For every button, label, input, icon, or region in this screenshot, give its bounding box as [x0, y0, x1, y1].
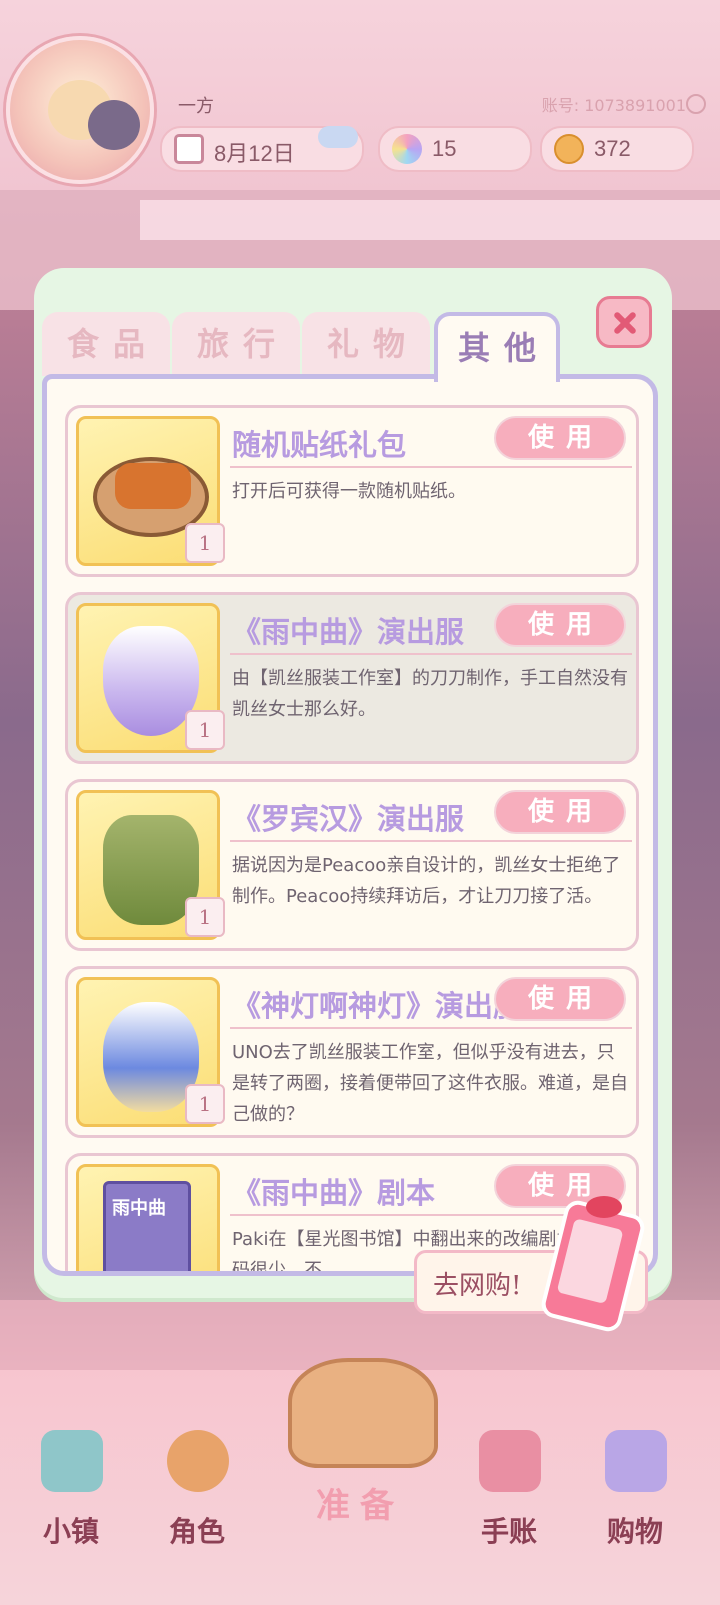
nav-label: 手账 — [480, 1515, 537, 1548]
item-title: 《雨中曲》剧本 — [232, 1176, 436, 1210]
coin-count: 372 — [594, 136, 631, 161]
cutlet-icon — [115, 463, 191, 509]
book-cover-title: 雨中曲 — [112, 1198, 166, 1219]
close-icon[interactable] — [596, 296, 652, 348]
item-quantity: 1 — [185, 1084, 225, 1124]
item-thumbnail: 1 — [76, 416, 225, 566]
item-description: 据说因为是Peacoo亲自设计的，凯丝女士拒绝了制作。Peacoo持续拜访后，才… — [232, 855, 621, 907]
background-shelf — [140, 200, 720, 240]
nav-label: 准备 — [316, 1486, 404, 1526]
basket-icon — [288, 1358, 438, 1468]
online-shop-label: 去网购! — [433, 1271, 522, 1301]
tab-other[interactable]: 其他 — [434, 312, 560, 382]
nav-item-shopping[interactable]: 购物 — [580, 1430, 690, 1580]
map-icon — [41, 1430, 103, 1492]
item-thumbnail: 1 — [76, 603, 225, 753]
use-button[interactable]: 使用 — [494, 790, 626, 834]
gem-icon — [392, 134, 422, 164]
item-description: 由【凯丝服装工作室】的刀刀制作，手工自然没有凯丝女士那么好。 — [232, 668, 628, 720]
player-avatar[interactable] — [6, 36, 154, 184]
top-hud: 一方 账号: 1073891001 8月12日 15 372 — [0, 0, 720, 190]
item-title: 随机贴纸礼包 — [232, 428, 407, 462]
divider — [230, 653, 632, 655]
calendar-icon — [174, 134, 204, 164]
use-button[interactable]: 使用 — [494, 977, 626, 1021]
copy-icon[interactable] — [686, 94, 706, 114]
journal-icon — [479, 1430, 541, 1492]
date-text: 8月12日 — [214, 141, 295, 166]
item-thumbnail: 雨中曲 1 — [76, 1164, 220, 1271]
nav-label: 角色 — [168, 1515, 225, 1548]
nav-item-town[interactable]: 小镇 — [16, 1430, 126, 1580]
gem-count: 15 — [432, 136, 457, 161]
nav-label: 小镇 — [42, 1515, 99, 1548]
bow-decoration-icon — [586, 1196, 622, 1218]
list-item: 1 《雨中曲》演出服 由【凯丝服装工作室】的刀刀制作，手工自然没有凯丝女士那么好… — [65, 592, 639, 764]
tab-travel[interactable]: 旅行 — [172, 312, 300, 376]
item-quantity: 1 — [185, 710, 225, 750]
item-title: 《神灯啊神灯》演出服 — [232, 989, 523, 1023]
tab-gift[interactable]: 礼物 — [302, 312, 430, 376]
list-item: 1 《神灯啊神灯》演出服 UNO去了凯丝服装工作室，但似乎没有进去，只是转了两圈… — [65, 966, 639, 1138]
nav-item-journal[interactable]: 手账 — [454, 1430, 564, 1580]
shopping-bag-icon — [605, 1430, 667, 1492]
gem-counter[interactable]: 15 — [378, 126, 532, 172]
divider — [230, 840, 632, 842]
item-description: UNO去了凯丝服装工作室，但似乎没有进去，只是转了两圈，接着便带回了这件衣服。难… — [232, 1042, 628, 1125]
nav-item-character[interactable]: 角色 — [142, 1430, 252, 1580]
item-thumbnail: 1 — [76, 790, 225, 940]
item-thumbnail: 1 — [76, 977, 225, 1127]
item-quantity: 1 — [185, 897, 225, 937]
divider — [230, 466, 632, 468]
avatar-face-pet — [88, 100, 140, 150]
use-button[interactable]: 使用 — [494, 416, 626, 460]
item-title: 《雨中曲》演出服 — [232, 615, 465, 649]
weather-cloud-icon — [318, 126, 358, 148]
list-item: 1 随机贴纸礼包 打开后可获得一款随机贴纸。 使用 — [65, 405, 639, 577]
phone-screen — [556, 1218, 624, 1305]
item-title: 《罗宾汉》演出服 — [232, 802, 465, 836]
nav-label: 购物 — [606, 1515, 663, 1548]
player-name: 一方 — [178, 96, 214, 117]
item-quantity: 1 — [185, 1271, 225, 1276]
character-icon — [167, 1430, 229, 1492]
item-description: 打开后可获得一款随机贴纸。 — [232, 481, 466, 502]
item-quantity: 1 — [185, 523, 225, 563]
account-id: 账号: 1073891001 — [541, 96, 686, 115]
list-item: 1 《罗宾汉》演出服 据说因为是Peacoo亲自设计的，凯丝女士拒绝了制作。Pe… — [65, 779, 639, 951]
coin-icon — [554, 134, 584, 164]
nav-item-prepare[interactable]: 准备 — [270, 1340, 450, 1540]
use-button[interactable]: 使用 — [494, 603, 626, 647]
item-list-frame[interactable]: 1 随机贴纸礼包 打开后可获得一款随机贴纸。 使用 1 《雨中曲》演出服 由【凯… — [42, 374, 658, 1276]
script-book-icon: 雨中曲 — [103, 1181, 191, 1271]
divider — [230, 1027, 632, 1029]
tab-food[interactable]: 食品 — [42, 312, 170, 376]
coin-counter[interactable]: 372 — [540, 126, 694, 172]
